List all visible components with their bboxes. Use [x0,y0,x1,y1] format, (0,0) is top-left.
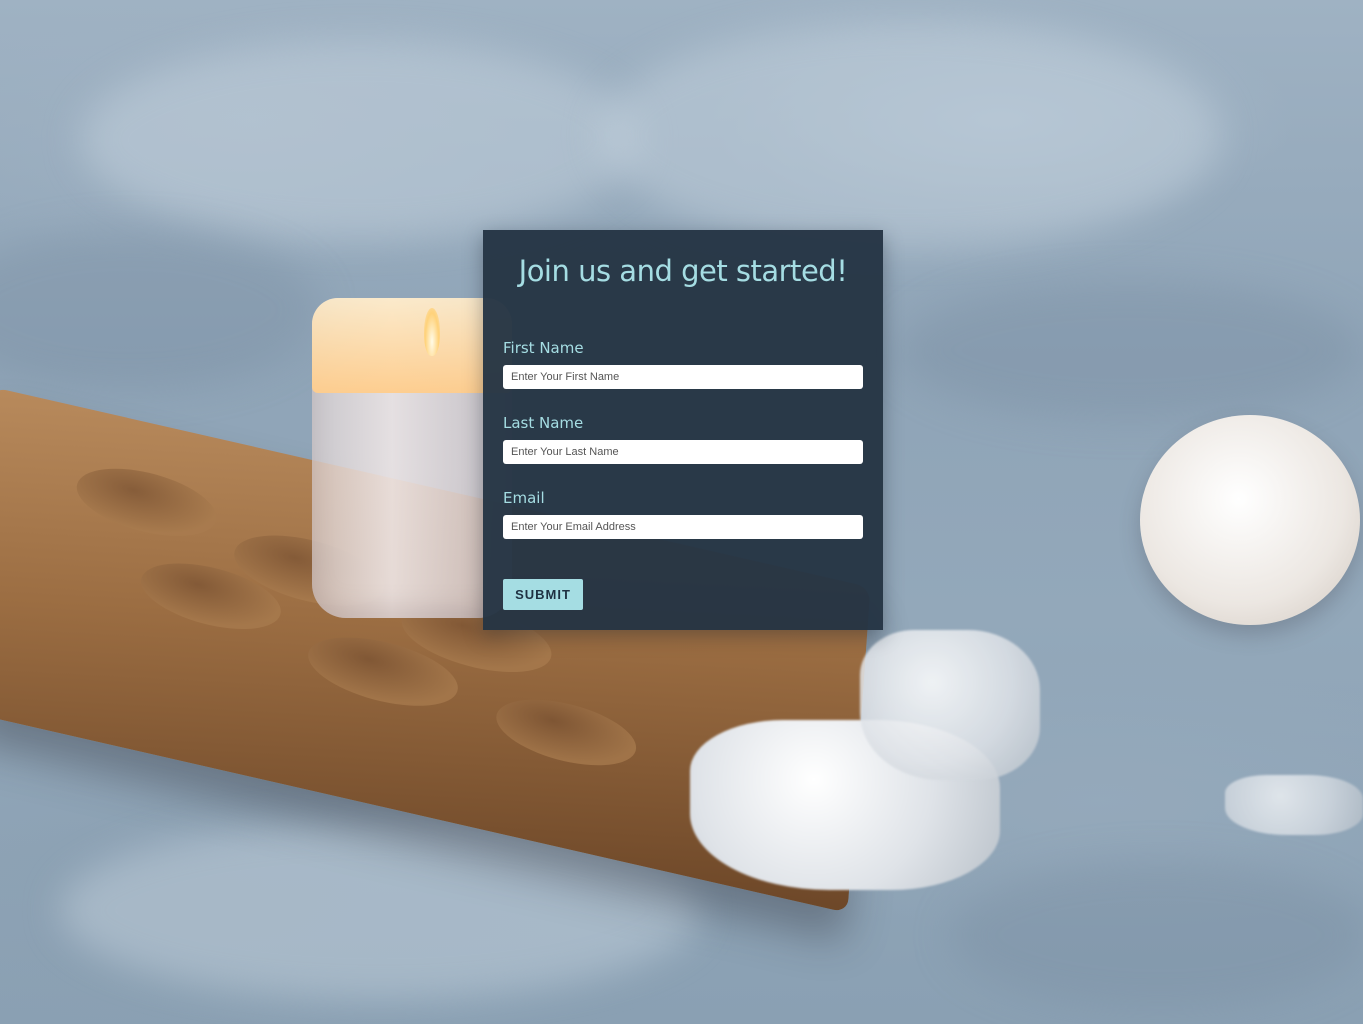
last-name-input[interactable] [503,440,863,464]
last-name-label: Last Name [503,414,584,432]
candle-glow [312,298,512,393]
tray-carving [494,687,639,778]
candle-flame [424,308,440,356]
tray-carving [74,456,219,548]
submit-button[interactable]: SUBMIT [503,579,583,610]
first-name-input[interactable] [503,365,863,389]
linen-fold [80,40,640,240]
cotton-flower [1140,415,1360,625]
linen-fold [600,20,1220,250]
quartz-crystal [860,630,1040,780]
candle-jar [312,298,512,618]
quartz-crystal [1225,775,1363,835]
linen-fold [900,280,1360,420]
linen-fold [0,230,320,390]
email-input[interactable] [503,515,863,539]
linen-fold [950,860,1363,1010]
form-title: Join us and get started! [518,254,848,288]
email-label: Email [503,489,545,507]
signup-form: Join us and get started! First Name Last… [483,230,883,630]
first-name-label: First Name [503,339,584,357]
